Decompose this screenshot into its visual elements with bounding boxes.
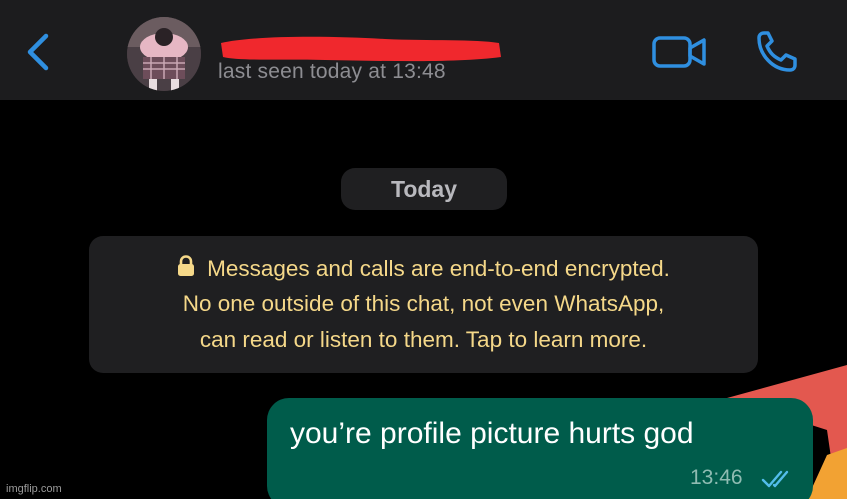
encryption-notice-line-1: Messages and calls are end-to-end encryp… [89, 255, 758, 282]
message-text: you’re profile picture hurts god [290, 417, 694, 450]
encryption-notice-line-2: No one outside of this chat, not even Wh… [182, 291, 665, 316]
message-timestamp: 13:46 [690, 466, 743, 489]
contact-avatar[interactable] [127, 17, 201, 91]
encryption-notice-line-3: can read or listen to them. Tap to learn… [199, 327, 648, 352]
outgoing-message-bubble[interactable]: you’re profile picture hurts god 13:46 [267, 398, 813, 499]
video-camera-icon [652, 36, 706, 68]
chat-header: last seen today at 13:48 [0, 0, 847, 100]
phone-icon [757, 31, 797, 72]
back-button[interactable] [22, 30, 56, 74]
avatar-photo [127, 17, 201, 91]
imgflip-watermark: imgflip.com [6, 483, 62, 495]
double-check-icon [761, 470, 789, 488]
date-separator: Today [341, 168, 507, 210]
voice-call-button[interactable] [752, 28, 802, 76]
video-call-button[interactable] [650, 32, 710, 72]
encryption-notice-text-1: Messages and calls are end-to-end encryp… [207, 256, 670, 281]
encryption-notice[interactable]: Messages and calls are end-to-end encryp… [89, 236, 758, 373]
chat-screen: last seen today at 13:48 Today Messages … [0, 0, 847, 499]
lock-icon [178, 255, 195, 276]
chevron-left-icon [27, 33, 49, 71]
last-seen-status: last seen today at 13:48 [218, 60, 446, 83]
